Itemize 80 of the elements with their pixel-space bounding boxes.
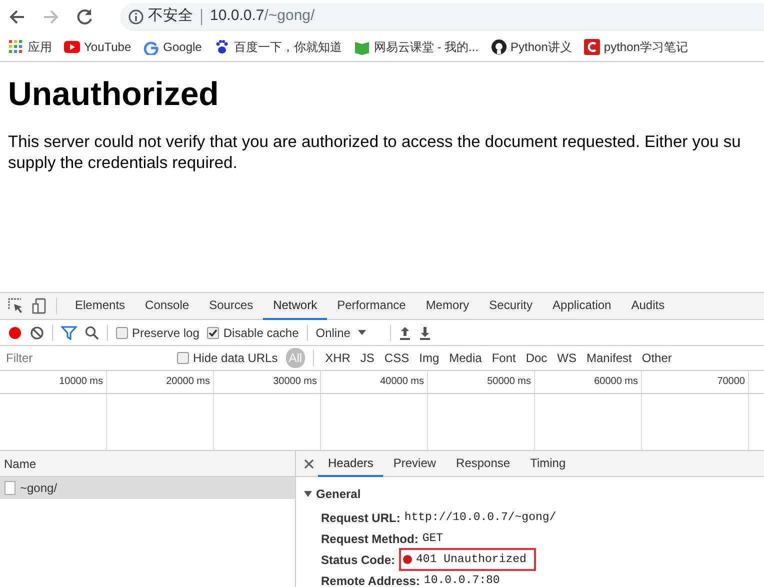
type-filter-button[interactable]: Manifest: [584, 348, 635, 368]
header-label: Request Method:: [321, 530, 418, 548]
type-filter-button[interactable]: Media: [446, 348, 485, 368]
type-filter-button[interactable]: XHR: [322, 348, 354, 368]
detail-tab[interactable]: Timing: [520, 450, 576, 476]
timeline-tick-label: 20000 ms: [107, 371, 214, 393]
close-icon[interactable]: [304, 458, 314, 468]
document-icon: [4, 481, 16, 495]
bookmark-item[interactable]: 百度一下，你就知道: [214, 38, 342, 56]
inspect-cursor-icon[interactable]: [8, 298, 24, 314]
throttle-dropdown[interactable]: Online: [316, 324, 366, 342]
checkbox-option[interactable]: Preserve log: [116, 324, 200, 342]
devtools-tab[interactable]: Sources: [199, 292, 264, 320]
devtools-tab[interactable]: Application: [542, 292, 622, 320]
g-logo-icon: [143, 39, 160, 55]
bookmark-item[interactable]: YouTube: [64, 38, 132, 56]
header-label: Status Code:: [321, 552, 396, 568]
paw-icon: [214, 39, 230, 55]
error-message: This server could not verify that you are authorized to access the document requested. Either you su supply the credentials required.: [8, 132, 742, 174]
address-field[interactable]: 不安全 10.0.0.7/~gong/: [120, 2, 764, 30]
detail-tab[interactable]: Headers: [318, 450, 384, 476]
book-icon: [354, 39, 370, 55]
timeline-tick-label: 60000 ms: [535, 371, 642, 393]
header-value: GET: [422, 530, 444, 547]
type-filter-button[interactable]: CSS: [381, 348, 412, 368]
bookmark-item[interactable]: 应用: [8, 38, 52, 56]
play-logo-icon: [64, 39, 80, 55]
timeline-tick-label: 40000 ms: [321, 371, 428, 393]
caret-icon: [358, 330, 366, 336]
type-filter-button[interactable]: Other: [638, 348, 675, 368]
header-label: Request URL:: [321, 510, 400, 526]
timeline-tick-label: 50000 ms: [428, 371, 535, 393]
devtools-tab[interactable]: Console: [135, 292, 200, 320]
header-value: 401 Unauthorized: [399, 548, 536, 572]
device-toggle-icon[interactable]: [32, 298, 48, 314]
type-filter-button[interactable]: Doc: [522, 348, 550, 368]
devtools-tab[interactable]: Memory: [416, 292, 480, 320]
timeline-tick-label: 10000 ms: [0, 371, 107, 393]
info-icon: [128, 8, 144, 24]
back-arrow-icon[interactable]: [8, 8, 26, 26]
bookmark-item[interactable]: Python讲义: [490, 38, 572, 56]
checkbox-option[interactable]: Disable cache: [207, 324, 299, 342]
status-dot-icon: [403, 555, 412, 564]
upload-icon[interactable]: [399, 326, 412, 340]
column-header: Name: [4, 456, 36, 472]
bookmark-item[interactable]: python学习笔记: [584, 38, 688, 56]
header-label: Remote Address:: [321, 572, 420, 587]
disclosure-triangle-icon: [304, 490, 312, 498]
devtools-tab[interactable]: Elements: [65, 292, 136, 320]
timeline-tick-label: 70000: [642, 371, 749, 393]
clear-icon[interactable]: [30, 326, 44, 340]
bookmark-item[interactable]: 网易云课堂 - 我的...: [354, 38, 479, 56]
detail-tab[interactable]: Preview: [383, 450, 446, 476]
download-icon[interactable]: [419, 326, 432, 340]
devtools-tab[interactable]: Performance: [327, 292, 416, 320]
checkbox-option[interactable]: Hide data URLs: [177, 349, 278, 367]
checkmark-icon: [208, 328, 218, 338]
request-row[interactable]: ~gong/: [0, 477, 295, 499]
devtools-tab[interactable]: Audits: [621, 292, 675, 320]
security-label: 不安全: [148, 6, 193, 26]
type-filter-button[interactable]: Img: [416, 348, 442, 368]
bookmark-item[interactable]: Google: [143, 38, 202, 56]
timeline-tick-label: 30000 ms: [214, 371, 321, 393]
devtools-tab[interactable]: Security: [479, 292, 543, 320]
devtools-tab[interactable]: Network: [263, 292, 328, 320]
search-icon[interactable]: [85, 326, 99, 340]
url-text: 10.0.0.7/~gong/: [210, 6, 315, 26]
detail-tab[interactable]: Response: [446, 450, 520, 476]
page-heading: Unauthorized: [8, 74, 220, 114]
c-logo-icon: [584, 39, 600, 55]
filter-icon[interactable]: [61, 326, 77, 340]
type-filter-button[interactable]: JS: [357, 348, 378, 368]
reload-icon[interactable]: [76, 8, 94, 26]
type-filter-button[interactable]: Font: [488, 348, 519, 368]
apps-icon: [8, 39, 24, 55]
section-toggle[interactable]: General: [296, 477, 764, 507]
header-value: http://10.0.0.7/~gong/: [404, 510, 556, 526]
header-value: 10.0.0.7:80: [424, 572, 500, 587]
type-filter-button[interactable]: WS: [554, 348, 580, 368]
record-icon[interactable]: [8, 326, 22, 340]
